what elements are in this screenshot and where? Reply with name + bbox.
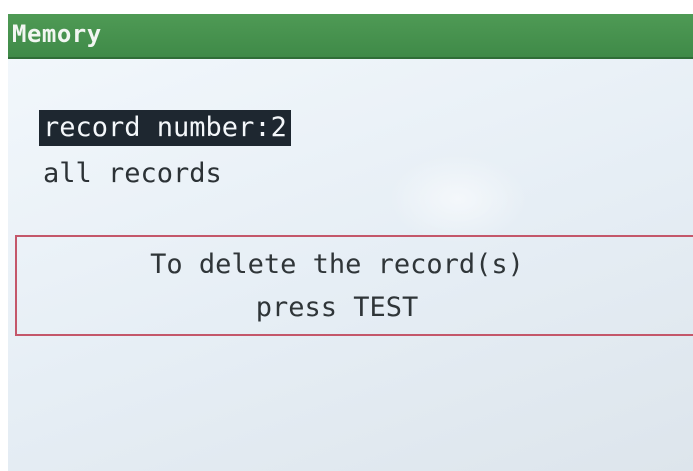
device-screen: Memory record number:2 all records To de… [8,14,693,471]
notice-line-press-test: press TEST [255,292,419,323]
title-bar: Memory [8,14,693,59]
screen-title: Memory [12,20,102,48]
notice-line-delete: To delete the record(s) [150,249,524,280]
delete-notice-box: To delete the record(s) press TEST [15,235,693,336]
menu-item-all-records[interactable]: all records [39,156,226,192]
screen-glare [388,154,528,244]
menu-item-record-number[interactable]: record number:2 [39,110,291,146]
